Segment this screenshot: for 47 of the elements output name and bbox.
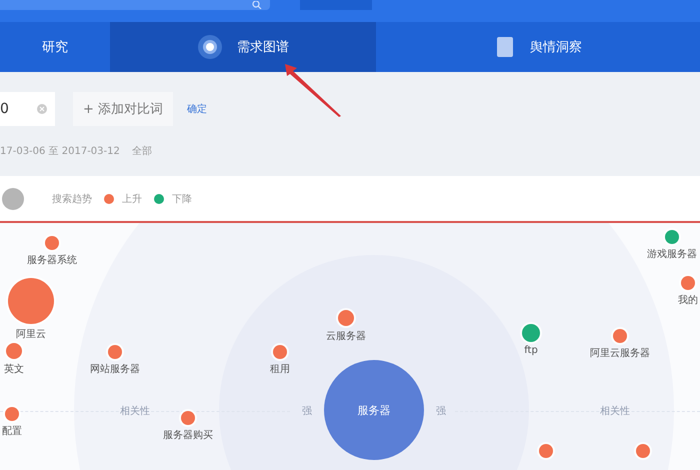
document-icon bbox=[494, 35, 516, 59]
avatar-icon bbox=[2, 188, 24, 210]
keyword-label: 租用 bbox=[270, 363, 290, 376]
search-field[interactable] bbox=[0, 0, 270, 10]
keyword-field[interactable]: 0 bbox=[0, 92, 55, 126]
annotation-arrow bbox=[283, 62, 343, 118]
keyword-label: 阿里云 bbox=[16, 328, 46, 341]
search-icon bbox=[252, 1, 262, 9]
keyword-node[interactable] bbox=[681, 276, 695, 290]
keyword-node[interactable] bbox=[273, 345, 287, 359]
keyword-node[interactable] bbox=[6, 343, 22, 359]
nav-tab[interactable]: 需求图谱 bbox=[110, 22, 376, 72]
clear-icon[interactable] bbox=[37, 104, 47, 114]
keyword-label: 游戏服务器 bbox=[647, 248, 697, 261]
keyword-node[interactable] bbox=[181, 411, 195, 425]
keyword-label: 服务器系统 bbox=[27, 254, 77, 267]
keyword-node[interactable] bbox=[45, 236, 59, 250]
legend-label: 上升 bbox=[122, 192, 142, 206]
keyword-node[interactable] bbox=[539, 444, 553, 458]
keyword-label: 英文 bbox=[4, 362, 24, 376]
axis-label: 相关性 bbox=[600, 404, 630, 418]
radar-icon bbox=[197, 34, 223, 60]
legend-label: 下降 bbox=[172, 192, 192, 206]
nav-tab[interactable]: 舆情洞察 bbox=[376, 22, 700, 72]
axis-label: 强 bbox=[302, 405, 312, 418]
keyword-node[interactable] bbox=[5, 407, 19, 421]
keyword-node[interactable] bbox=[8, 278, 54, 324]
keyword-label: 配置 bbox=[2, 424, 22, 438]
keyword-node[interactable] bbox=[338, 310, 354, 326]
keyword-label: 网站服务器 bbox=[90, 362, 140, 376]
keyword-node[interactable] bbox=[108, 345, 122, 359]
add-compare-button[interactable]: + 添加对比词 bbox=[73, 92, 174, 126]
axis-label: 强 bbox=[436, 405, 446, 418]
legend-title: 搜索趋势 bbox=[52, 192, 92, 206]
nav-tab[interactable]: 研究 bbox=[0, 22, 110, 72]
keyword-label: ftp bbox=[524, 345, 538, 356]
date-range: 17-03-06 至 2017-03-12 bbox=[0, 145, 120, 158]
keyword-label: 云服务器 bbox=[326, 330, 366, 343]
axis-label: 相关性 bbox=[120, 404, 150, 418]
confirm-link[interactable]: 确定 bbox=[187, 102, 208, 116]
keyword-label: 服务器购买 bbox=[163, 429, 213, 442]
keyword-node[interactable] bbox=[522, 324, 540, 342]
keyword-node[interactable] bbox=[613, 329, 627, 343]
keyword-label: 阿里云服务器 bbox=[590, 347, 650, 360]
keyword-label: 我的 bbox=[678, 294, 698, 307]
keyword-node[interactable] bbox=[636, 444, 650, 458]
keyword-node[interactable] bbox=[665, 230, 679, 244]
